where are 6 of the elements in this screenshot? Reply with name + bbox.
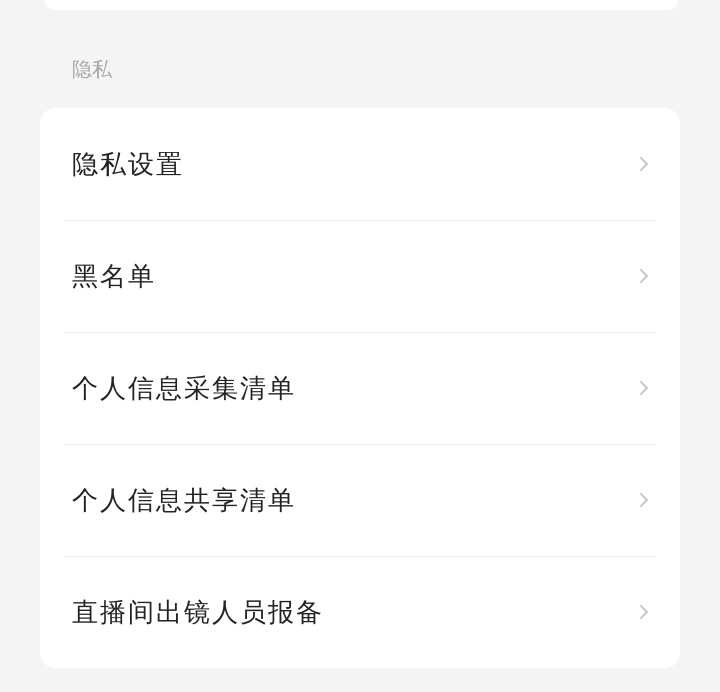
- settings-item[interactable]: 个人信息采集清单: [72, 370, 296, 406]
- settings-item[interactable]: 个人信息共享清单: [72, 482, 296, 518]
- settings-item[interactable]: 隐私设置: [72, 146, 184, 182]
- section-title: 隐私: [72, 56, 112, 83]
- settings-item[interactable]: 黑名单: [72, 258, 156, 294]
- settings-item[interactable]: 直播间出镜人员报备: [72, 594, 324, 630]
